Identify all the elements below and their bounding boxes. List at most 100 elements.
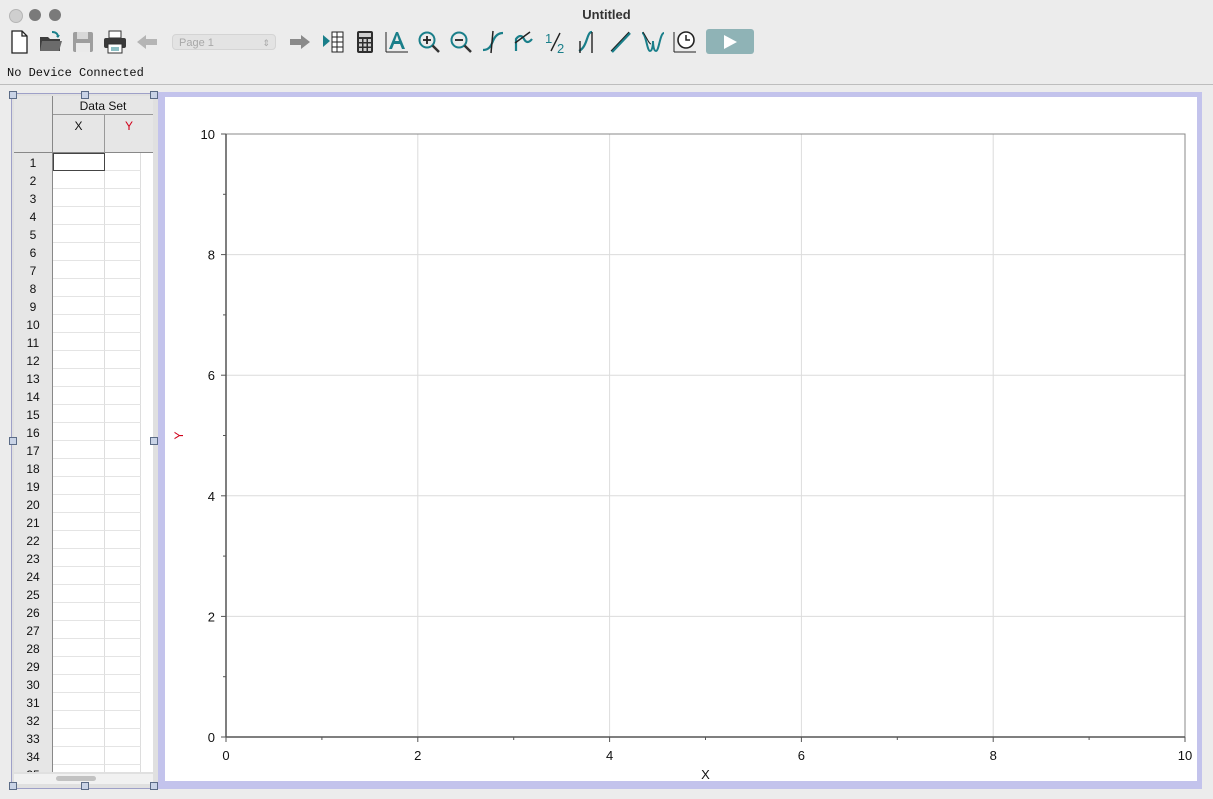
cell-y[interactable]	[105, 459, 141, 477]
row-number[interactable]: 9	[14, 297, 53, 316]
row-number[interactable]: 3	[14, 189, 53, 208]
graph-pane[interactable]: 0 2 4 6 8 10 0 2 4 6 8 10 X Y	[158, 92, 1202, 789]
row-number[interactable]: 32	[14, 711, 53, 730]
resize-handle[interactable]	[81, 782, 89, 790]
resize-handle[interactable]	[150, 782, 158, 790]
cell-x[interactable]	[53, 279, 105, 297]
cell-y[interactable]	[105, 369, 141, 387]
back-arrow-icon[interactable]	[133, 28, 161, 56]
row-number[interactable]: 19	[14, 477, 53, 496]
cell-x[interactable]	[53, 441, 105, 459]
cell-y[interactable]	[105, 621, 141, 639]
cell-y[interactable]	[105, 279, 141, 297]
row-number[interactable]: 28	[14, 639, 53, 658]
row-number[interactable]: 34	[14, 747, 53, 766]
row-number[interactable]: 6	[14, 243, 53, 262]
row-number[interactable]: 12	[14, 351, 53, 370]
cell-y[interactable]	[105, 405, 141, 423]
curve-fit-icon[interactable]	[639, 28, 667, 56]
collect-button[interactable]	[706, 29, 754, 54]
linear-fit-icon[interactable]	[607, 28, 635, 56]
cell-y[interactable]	[105, 333, 141, 351]
cell-x[interactable]	[53, 495, 105, 513]
graph-chart[interactable]: 0 2 4 6 8 10 0 2 4 6 8 10 X Y	[165, 97, 1197, 782]
resize-handle[interactable]	[150, 91, 158, 99]
cell-x[interactable]	[53, 747, 105, 765]
row-number[interactable]: 25	[14, 585, 53, 604]
cell-y[interactable]	[105, 585, 141, 603]
cell-y[interactable]	[105, 189, 141, 207]
row-number[interactable]: 26	[14, 603, 53, 622]
row-number[interactable]: 16	[14, 423, 53, 442]
resize-handle[interactable]	[9, 91, 17, 99]
cell-y[interactable]	[105, 207, 141, 225]
cell-x[interactable]	[53, 261, 105, 279]
cell-y[interactable]	[105, 729, 141, 747]
cell-x[interactable]	[53, 315, 105, 333]
cell-x[interactable]	[53, 387, 105, 405]
forward-arrow-icon[interactable]	[286, 28, 314, 56]
cell-y[interactable]	[105, 351, 141, 369]
row-number[interactable]: 33	[14, 729, 53, 748]
cell-y[interactable]	[105, 657, 141, 675]
cell-y[interactable]	[105, 225, 141, 243]
row-number[interactable]: 29	[14, 657, 53, 676]
row-number[interactable]: 14	[14, 387, 53, 406]
cell-x[interactable]	[53, 369, 105, 387]
row-number[interactable]: 1	[14, 153, 53, 172]
cell-y[interactable]	[105, 693, 141, 711]
column-header-y[interactable]: Y	[105, 115, 153, 153]
cell-x[interactable]	[53, 531, 105, 549]
column-header-x[interactable]: X	[53, 115, 105, 153]
resize-handle[interactable]	[150, 437, 158, 445]
row-number[interactable]: 27	[14, 621, 53, 640]
row-number[interactable]: 31	[14, 693, 53, 712]
cell-y[interactable]	[105, 603, 141, 621]
cell-y[interactable]	[105, 765, 141, 772]
cell-x[interactable]	[53, 765, 105, 772]
examine-icon[interactable]	[479, 28, 507, 56]
scroll-thumb[interactable]	[56, 776, 96, 781]
row-number[interactable]: 18	[14, 459, 53, 478]
row-number[interactable]: 30	[14, 675, 53, 694]
cell-y[interactable]	[105, 675, 141, 693]
cell-y[interactable]	[105, 549, 141, 567]
data-table-pane[interactable]: Data Set X Y 1 2 3 4 5 6 7 8 9 10 11 12 13 14 15 16 17 18…	[9, 91, 160, 790]
page-select[interactable]: Page 1 ⇕	[172, 34, 276, 50]
cell-x[interactable]	[53, 567, 105, 585]
dataset-header[interactable]: Data Set	[53, 96, 153, 115]
tangent-icon[interactable]	[511, 28, 539, 56]
cell-y[interactable]	[105, 747, 141, 765]
row-number[interactable]: 23	[14, 549, 53, 568]
row-number[interactable]: 13	[14, 369, 53, 388]
zoom-out-icon[interactable]	[447, 28, 475, 56]
row-number[interactable]: 15	[14, 405, 53, 424]
cell-x[interactable]	[53, 549, 105, 567]
row-number[interactable]: 17	[14, 441, 53, 460]
calculator-icon[interactable]	[351, 28, 379, 56]
row-number[interactable]: 7	[14, 261, 53, 280]
cell-x[interactable]	[53, 693, 105, 711]
row-number[interactable]: 20	[14, 495, 53, 514]
cell-x[interactable]	[53, 711, 105, 729]
cell-x[interactable]	[53, 729, 105, 747]
print-icon[interactable]	[101, 28, 129, 56]
cell-y[interactable]	[105, 423, 141, 441]
cell-y[interactable]	[105, 567, 141, 585]
new-file-icon[interactable]	[5, 28, 33, 56]
cell-x[interactable]	[53, 513, 105, 531]
row-number[interactable]: 22	[14, 531, 53, 550]
cell-x[interactable]	[53, 243, 105, 261]
cell-y[interactable]	[105, 315, 141, 333]
cell-x[interactable]	[53, 333, 105, 351]
cell-x[interactable]	[53, 585, 105, 603]
cell-x[interactable]	[53, 621, 105, 639]
cell-y[interactable]	[105, 477, 141, 495]
cell-x[interactable]	[53, 477, 105, 495]
row-number[interactable]: 8	[14, 279, 53, 298]
cell-y[interactable]	[105, 441, 141, 459]
row-number[interactable]: 11	[14, 333, 53, 352]
cell-y[interactable]	[105, 639, 141, 657]
cell-y[interactable]	[105, 387, 141, 405]
resize-handle[interactable]	[9, 782, 17, 790]
